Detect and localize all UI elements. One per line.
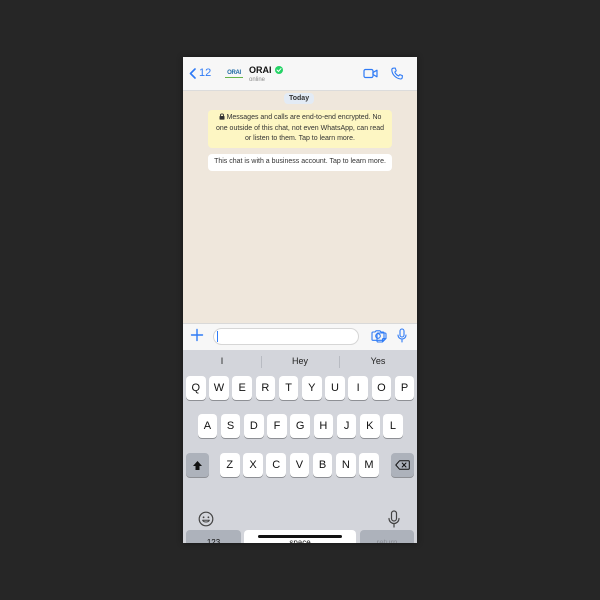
key-i[interactable]: I <box>348 376 368 400</box>
key-j[interactable]: J <box>336 414 357 438</box>
key-m[interactable]: M <box>359 453 379 477</box>
date-separator: Today <box>284 93 315 104</box>
emoji-icon[interactable] <box>198 511 214 527</box>
contact-avatar[interactable]: ORAI <box>224 66 244 80</box>
encryption-notice[interactable]: Messages and calls are end-to-end encryp… <box>208 110 392 148</box>
key-o[interactable]: O <box>371 376 392 400</box>
back-button[interactable]: 12 <box>189 67 211 79</box>
numbers-key[interactable]: 123 <box>186 530 241 543</box>
verified-check-icon <box>274 66 283 74</box>
key-t[interactable]: T <box>278 376 299 400</box>
business-notice-text: This chat is with a business account. Ta… <box>214 158 386 165</box>
home-indicator <box>258 535 342 538</box>
avatar-logo-text: ORAI <box>227 70 241 76</box>
key-r[interactable]: R <box>255 376 276 400</box>
shift-arrow-icon <box>193 460 202 470</box>
key-l[interactable]: L <box>383 414 403 438</box>
video-call-icon[interactable] <box>363 68 378 79</box>
key-w[interactable]: W <box>209 376 229 400</box>
key-d[interactable]: D <box>244 414 264 438</box>
delete-key[interactable] <box>391 453 414 477</box>
key-b[interactable]: B <box>312 453 333 477</box>
key-e[interactable]: E <box>232 376 252 400</box>
voice-call-icon[interactable] <box>391 67 403 80</box>
unread-count: 12 <box>199 67 212 79</box>
key-c[interactable]: C <box>266 453 286 477</box>
chat-header: 12 ORAI ORAI online <box>183 57 417 91</box>
encryption-notice-text: Messages and calls are end-to-end encryp… <box>215 114 385 142</box>
phone-screen: 12 ORAI ORAI online Today Messages and c… <box>183 57 417 543</box>
key-n[interactable]: N <box>336 453 356 477</box>
chat-area[interactable]: Today Messages and calls are end-to-end … <box>183 91 417 323</box>
logo-underline <box>225 77 243 78</box>
key-g[interactable]: G <box>290 414 310 438</box>
key-k[interactable]: K <box>360 414 380 438</box>
key-f[interactable]: F <box>267 414 287 438</box>
business-account-notice[interactable]: This chat is with a business account. Ta… <box>208 154 392 171</box>
key-q[interactable]: Q <box>186 376 206 400</box>
suggestion-bar: I Hey Yes <box>183 350 417 374</box>
key-u[interactable]: U <box>325 376 345 400</box>
camera-icon[interactable] <box>371 330 385 341</box>
message-input[interactable] <box>213 328 387 345</box>
backspace-icon <box>395 460 410 470</box>
chevron-left-icon <box>189 67 196 79</box>
suggestion-item[interactable]: I <box>183 356 261 366</box>
contact-name-row[interactable]: ORAI <box>249 65 283 75</box>
microphone-icon[interactable] <box>397 328 407 343</box>
suggestion-item[interactable]: Yes <box>339 356 417 366</box>
plus-icon[interactable] <box>190 328 204 342</box>
key-s[interactable]: S <box>220 414 241 438</box>
shift-key[interactable] <box>186 453 209 477</box>
key-h[interactable]: H <box>313 414 334 438</box>
key-x[interactable]: X <box>243 453 263 477</box>
keyboard: I Hey Yes QWERTYUIOP ASDFGHJKL ZXCVBNM 1… <box>183 350 417 543</box>
lock-icon <box>219 113 225 120</box>
dictation-microphone-icon[interactable] <box>388 510 400 528</box>
key-a[interactable]: A <box>197 414 218 438</box>
key-z[interactable]: Z <box>220 453 240 477</box>
message-input-bar <box>183 323 417 351</box>
contact-status: online <box>249 77 266 83</box>
contact-name: ORAI <box>249 65 272 75</box>
return-key[interactable]: return <box>360 530 414 543</box>
key-y[interactable]: Y <box>302 376 322 400</box>
suggestion-item[interactable]: Hey <box>261 356 339 366</box>
text-caret <box>217 331 218 342</box>
key-p[interactable]: P <box>394 376 415 400</box>
key-v[interactable]: V <box>289 453 310 477</box>
